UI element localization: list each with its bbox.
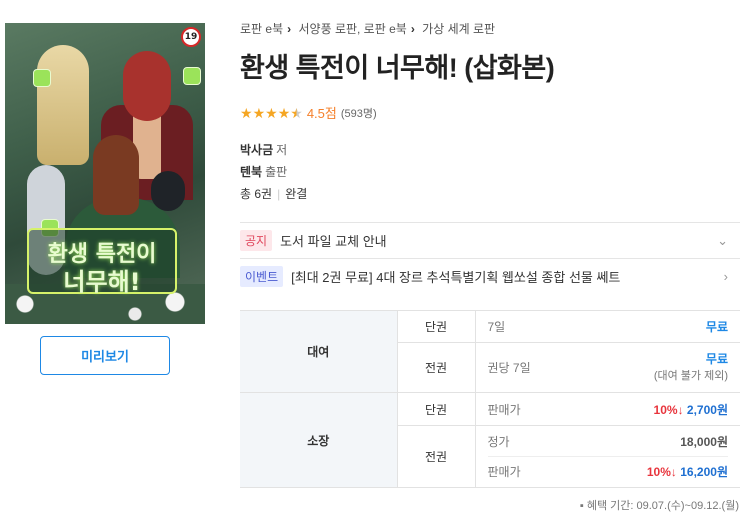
book-cover[interactable]: 환생 특전이 너무해! 19 — [5, 23, 205, 324]
rental-full-price: 무료 — [705, 351, 728, 366]
volume-total: 총 6권 — [240, 187, 273, 201]
chevron-right-icon: › — [287, 22, 292, 36]
publisher-line: 텐북 출판 — [240, 163, 287, 180]
notice-text: 도서 파일 교체 안내 — [280, 234, 387, 249]
own-full-sale-label: 판매가 — [487, 465, 521, 479]
event-text: [최대 2권 무료] 4대 장르 추석특별기획 웹쏘설 종합 선물 쎄트 — [291, 270, 621, 285]
price-row: 대여 단권 7일 무료 — [240, 310, 740, 393]
rental-category: 대여 — [240, 310, 398, 393]
rating-count[interactable]: (593명) — [341, 105, 377, 121]
event-tag: 이벤트 — [240, 266, 284, 287]
page-title: 환생 특전이 너무해! (삽화본) — [240, 53, 555, 83]
cover-figure — [93, 135, 139, 215]
breadcrumb-item[interactable]: 서양풍 로판, 로판 e북 — [298, 22, 406, 36]
own-single-discount: 10%↓ — [653, 402, 684, 417]
rental-full-unit: 전권 — [397, 342, 476, 393]
rating: ★ ★ ★ ★ ★ 4.5점 (593명) — [240, 103, 377, 122]
cover-title-box: 환생 특전이 너무해! — [27, 228, 177, 296]
rental-full-cell[interactable]: 권당 7일 무료 (대여 불가 제외) — [475, 342, 740, 393]
notice-row[interactable]: 공지 도서 파일 교체 안내 ⌄ — [240, 222, 740, 258]
publisher-role: 출판 — [265, 165, 288, 179]
breadcrumb-item[interactable]: 가상 세계 로판 — [422, 22, 495, 36]
own-single-price: 2,700원 — [686, 402, 728, 417]
age-rating-badge: 19 — [181, 27, 201, 47]
own-full-list-label: 정가 — [487, 434, 510, 449]
own-single-label: 판매가 — [487, 402, 521, 417]
breadcrumb: 로판 e북 › 서양풍 로판, 로판 e북 › 가상 세계 로판 — [240, 20, 495, 37]
cover-figure — [37, 45, 89, 165]
star-icon: ★ — [252, 104, 266, 121]
own-single-cell[interactable]: 판매가 10%↓ 2,700원 — [475, 392, 740, 426]
half-star-icon: ★ — [290, 104, 303, 121]
star-rating: ★ ★ ★ ★ ★ — [240, 106, 303, 120]
rating-score: 4.5점 — [306, 106, 337, 121]
own-full-unit: 전권 — [397, 425, 476, 488]
price-table: 대여 단권 7일 무료 전권 권당 7일 무료 (대여 불가 제외) 소장 단권… — [240, 310, 740, 488]
rental-full-note: (대여 불가 제외) — [653, 369, 728, 382]
star-icon: ★ — [277, 104, 291, 121]
author-line: 박사금 저 — [240, 141, 287, 158]
star-icon: ★ — [240, 104, 253, 121]
own-full-cell[interactable]: 정가 18,000원 판매가 10%↓ 16,200원 — [475, 425, 740, 488]
own-single-unit: 단권 — [397, 392, 476, 426]
price-row: 소장 단권 판매가 10%↓ 2,700원 — [240, 392, 740, 488]
author-role: 저 — [276, 143, 288, 157]
divider: | — [277, 187, 281, 201]
chevron-right-icon: › — [410, 22, 415, 36]
event-row[interactable]: 이벤트 [최대 2권 무료] 4대 장르 추석특별기획 웹쏘설 종합 선물 쎄트… — [240, 258, 740, 294]
cover-title-line2: 너무해! — [63, 268, 141, 296]
rental-single-price: 무료 — [705, 320, 728, 334]
own-full-list-price: 18,000원 — [680, 434, 728, 449]
cover-figure — [123, 51, 171, 121]
star-icon: ★ — [265, 104, 278, 121]
own-full-price: 16,200원 — [680, 465, 728, 479]
own-full-discount: 10%↓ — [646, 465, 677, 479]
benefit-period: ▪ 혜택 기간: 09.07.(수)~09.12.(월) — [579, 500, 739, 512]
cover-gem — [183, 67, 201, 85]
cover-figure — [151, 171, 185, 211]
rental-single-cell[interactable]: 7일 무료 — [475, 310, 740, 343]
preview-button[interactable]: 미리보기 — [40, 336, 170, 375]
publisher-name[interactable]: 텐북 — [240, 165, 262, 179]
author-name[interactable]: 박사금 — [240, 143, 273, 157]
own-category: 소장 — [240, 392, 398, 488]
breadcrumb-item[interactable]: 로판 e북 — [240, 22, 283, 36]
chevron-right-icon: › — [723, 269, 728, 284]
rental-single-period: 7일 — [487, 320, 506, 334]
cover-gem — [33, 69, 51, 87]
rental-full-period: 권당 7일 — [487, 361, 531, 375]
rental-single-unit: 단권 — [397, 310, 476, 343]
series-status: 완결 — [285, 187, 308, 201]
volume-line: 총 6권 | 완결 — [240, 185, 307, 202]
notice-tag: 공지 — [240, 230, 273, 251]
chevron-down-icon: ⌄ — [717, 232, 728, 248]
